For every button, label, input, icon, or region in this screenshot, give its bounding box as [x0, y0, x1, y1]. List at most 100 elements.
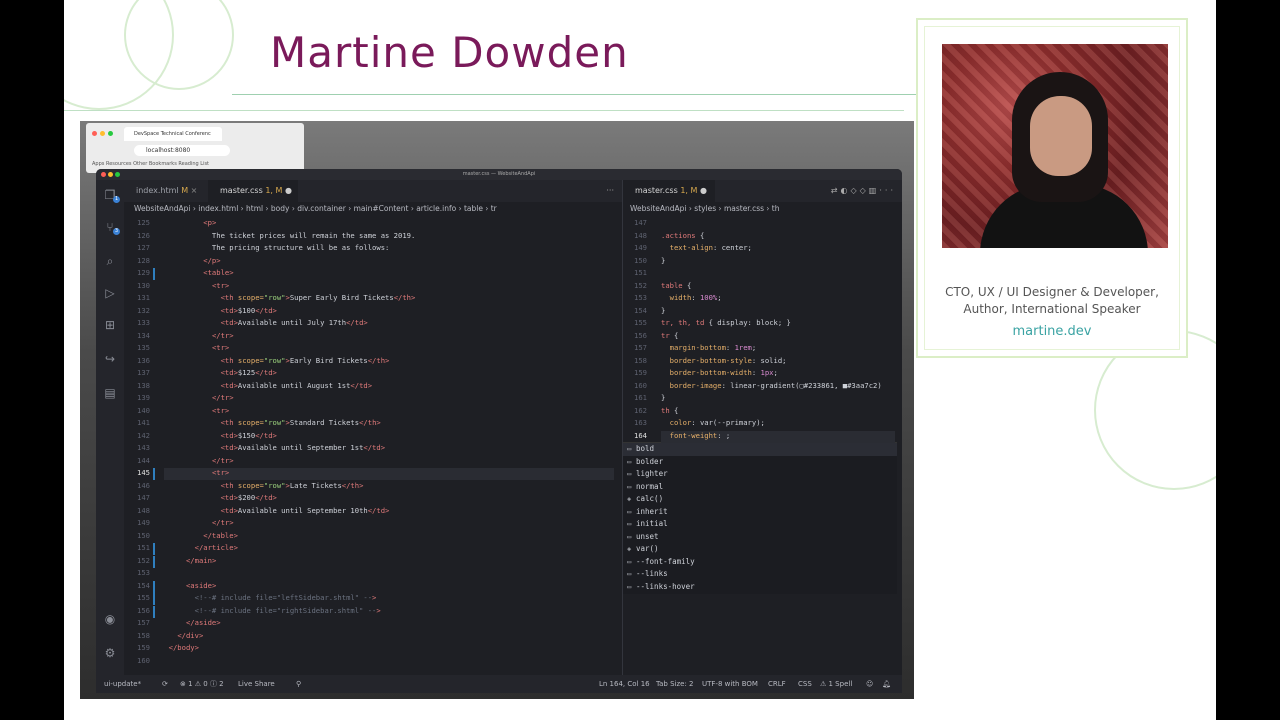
breadcrumb-right[interactable]: WebsiteAndApi › styles › master.css › th	[630, 202, 898, 216]
code-line: .actions {	[661, 230, 705, 240]
suggestion-item[interactable]: ▭ inherit	[627, 506, 668, 519]
problems-indicator[interactable]: ⊗ 1 ⚠ 0 ⓘ 2	[180, 675, 224, 693]
line-number: 141	[137, 418, 150, 427]
code-line: <p>	[203, 218, 217, 227]
book-icon[interactable]: ▤	[103, 386, 117, 400]
suggestion-label: initial	[636, 519, 668, 528]
line-number: 149	[137, 518, 150, 527]
browser-tab[interactable]: DevSpace Technical Conferenc	[124, 127, 222, 141]
suggestion-item[interactable]: ▭ initial	[627, 518, 668, 531]
pin-icon[interactable]: ⚲	[296, 675, 301, 693]
git-compare-icon[interactable]: ◐	[841, 186, 851, 195]
line-number: 133	[137, 318, 150, 327]
tab-master-css[interactable]: master.css 1, M ●	[208, 180, 298, 202]
next-change-icon[interactable]: ◇	[860, 186, 869, 195]
cursor-position[interactable]: Ln 164, Col 16	[599, 675, 650, 693]
line-ending[interactable]: CRLF	[768, 675, 786, 693]
run-debug-icon[interactable]: ▷	[103, 286, 117, 300]
suggestion-item[interactable]: ▭ --font-family	[627, 556, 695, 569]
code-line: border-bottom-width: 1px;	[669, 368, 778, 377]
speaker-webcam-image	[942, 44, 1168, 248]
editor-actions[interactable]: ⇄◐◇◇▥···	[831, 180, 896, 202]
git-change-marker	[153, 605, 155, 618]
suggestion-item[interactable]: ▭ --links-hover	[627, 581, 695, 594]
breadcrumb[interactable]: WebsiteAndApi › index.html › html › body…	[134, 202, 620, 216]
line-number: 156	[634, 330, 647, 340]
suggestion-item[interactable]: ▭ --links	[627, 568, 668, 581]
git-change-marker	[153, 555, 155, 568]
tab-master-css-right[interactable]: master.css 1, M ●	[623, 180, 715, 202]
code-line: table {	[661, 280, 692, 290]
value-icon: ▭	[627, 470, 632, 478]
spell-check-indicator[interactable]: ⚠ 1 Spell	[820, 675, 852, 693]
suggestion-item[interactable]: ◈ var()	[627, 543, 659, 556]
code-line: <th scope="row">Late Tickets</th>	[220, 480, 364, 490]
feedback-icon[interactable]: ☺	[866, 675, 873, 693]
line-number: 158	[137, 630, 150, 640]
value-icon: ▭	[627, 532, 632, 541]
suggestion-item[interactable]: ▭ bolder	[627, 456, 663, 469]
line-number: 125	[137, 218, 150, 227]
minimize-icon[interactable]	[108, 172, 113, 177]
suggestion-item[interactable]: ▭ bold	[623, 443, 897, 456]
right-code-editor[interactable]: ▭ bold ▭ bolder ▭ lighter ▭ normal ◈ calc() ▭ inher…	[623, 216, 902, 675]
tab-index-html[interactable]: index.html M ×	[124, 180, 208, 202]
previous-change-icon[interactable]: ◇	[850, 186, 859, 195]
maximize-icon[interactable]	[115, 172, 120, 177]
line-number: 156	[137, 605, 150, 615]
address-bar[interactable]: localhost:8080	[134, 145, 230, 156]
sync-icon[interactable]: ⟳	[162, 675, 168, 693]
close-icon[interactable]	[92, 131, 97, 136]
live-share-button[interactable]: Live Share	[238, 675, 275, 693]
unsaved-dot-icon[interactable]: ●	[285, 186, 292, 195]
suggestion-item[interactable]: ◈ calc()	[627, 493, 663, 506]
suggestion-item[interactable]: ▭ lighter	[627, 468, 668, 481]
close-icon[interactable]: ×	[191, 186, 198, 195]
extensions-icon[interactable]: ⊞	[103, 318, 117, 332]
speaker-title: CTO, UX / UI Designer & Developer, Autho…	[928, 284, 1176, 318]
tab-label: index.html	[136, 186, 179, 195]
code-line: th {	[661, 405, 679, 415]
line-number: 159	[137, 643, 150, 652]
suggestion-label: unset	[636, 531, 659, 541]
close-icon[interactable]	[101, 172, 106, 177]
value-icon: ▭	[627, 482, 632, 491]
line-number: 148	[634, 230, 647, 240]
speaker-website-link[interactable]: martine.dev	[928, 324, 1176, 339]
suggestion-item[interactable]: ▭ unset	[627, 531, 659, 544]
code-line: </article>	[194, 543, 238, 552]
open-changes-icon[interactable]: ⇄	[831, 186, 841, 195]
maximize-icon[interactable]	[108, 131, 113, 136]
window-title: master.css — WebsiteAndApi	[96, 169, 902, 180]
line-number: 126	[137, 230, 150, 240]
suggestion-item[interactable]: ▭ normal	[627, 481, 663, 494]
language-mode[interactable]: CSS	[798, 675, 812, 693]
line-number: 139	[137, 393, 150, 402]
value-icon: ▭	[627, 445, 632, 453]
split-editor-icon[interactable]: ▥	[869, 186, 880, 195]
code-line: tr {	[661, 330, 679, 340]
left-code-editor[interactable]: 125 <p> 126 The ticket prices will remain…	[124, 216, 622, 675]
minimize-icon[interactable]	[100, 131, 105, 136]
unsaved-dot-icon[interactable]: ●	[700, 186, 707, 195]
search-icon[interactable]: ⌕	[103, 254, 117, 268]
gear-icon[interactable]: ⚙	[103, 646, 117, 660]
more-actions-icon[interactable]: ···	[879, 186, 896, 195]
tab-size[interactable]: Tab Size: 2	[656, 675, 693, 693]
suggestion-label: calc()	[636, 494, 664, 503]
bookmarks-bar[interactable]: Apps Resources Other Bookmarks Reading L…	[92, 161, 209, 167]
more-actions-icon[interactable]: ···	[606, 180, 614, 202]
bell-icon[interactable]: 🔔︎	[882, 675, 891, 693]
branch-indicator[interactable]: ui-update*	[104, 675, 141, 693]
live-share-icon[interactable]: ↪	[103, 352, 117, 366]
line-number: 131	[137, 293, 150, 302]
status-bar: ui-update* ⟳ ⊗ 1 ⚠ 0 ⓘ 2 Live Share ⚲ Ln…	[96, 675, 902, 693]
speaker-name: Martine Dowden	[270, 28, 629, 77]
suggestion-label: --font-family	[636, 556, 695, 566]
suggestion-label: var()	[636, 544, 659, 553]
encoding[interactable]: UTF-8 with BOM	[702, 675, 758, 693]
autocomplete-suggestions: ▭ bold ▭ bolder ▭ lighter ▭ normal ◈ calc() ▭ inher…	[623, 442, 897, 594]
code-line: </p>	[203, 255, 221, 265]
account-icon[interactable]: ◉	[103, 612, 117, 626]
suggestion-label: --links	[636, 569, 668, 578]
